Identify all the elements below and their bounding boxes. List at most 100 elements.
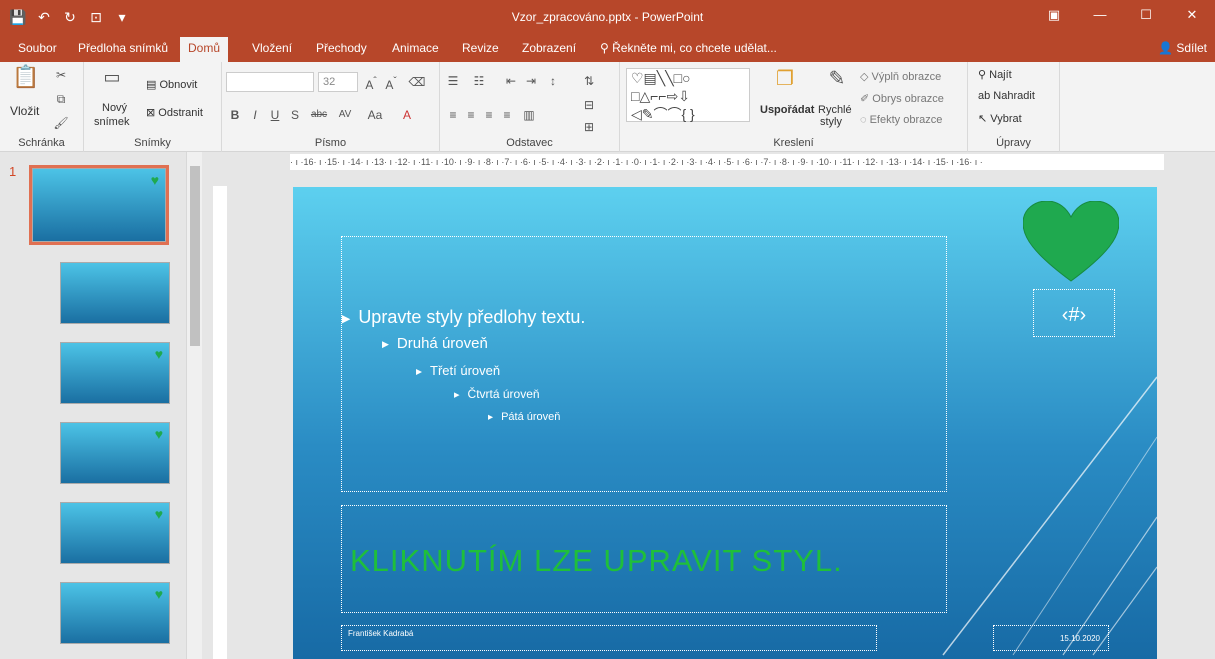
find-button[interactable]: ⚲ Najít xyxy=(978,68,1012,81)
tab-review[interactable]: Revize xyxy=(454,40,507,62)
minimize-button[interactable]: — xyxy=(1077,0,1123,30)
paste-icon[interactable]: 📋 xyxy=(12,66,40,96)
font-size-select[interactable]: 32 xyxy=(318,72,358,92)
strikethrough-button[interactable]: abc xyxy=(306,106,332,124)
tab-file[interactable]: Soubor xyxy=(10,40,65,62)
title-placeholder[interactable]: KLIKNUTÍM LZE UPRAVIT STYL. xyxy=(341,505,947,613)
cut-icon[interactable]: ✂ xyxy=(52,66,70,84)
reset-icon: ▤ xyxy=(146,79,160,91)
close-button[interactable]: ✕ xyxy=(1169,0,1215,30)
new-slide-icon[interactable]: ▭ xyxy=(98,68,126,96)
font-family-select[interactable] xyxy=(226,72,314,92)
align-right-icon[interactable]: ≡ xyxy=(480,106,498,124)
body-placeholder[interactable]: Upravte styly předlohy textu. Druhá úrov… xyxy=(341,236,947,492)
select-button[interactable]: ↖ Vybrat xyxy=(978,112,1022,125)
group-label-editing: Úpravy xyxy=(996,137,1031,149)
group-label-slides: Snímky xyxy=(134,137,171,149)
tab-view[interactable]: Zobrazení xyxy=(514,40,584,62)
arrange-button[interactable]: Uspořádat xyxy=(760,104,814,116)
align-center-icon[interactable]: ≡ xyxy=(462,106,480,124)
thumbnail-layout[interactable]: ♥ xyxy=(60,502,170,564)
tell-me-search[interactable]: ⚲ Řekněte mi, co chcete udělat... xyxy=(592,40,785,62)
maximize-button[interactable]: ☐ xyxy=(1123,0,1169,30)
effects-icon: ◌ xyxy=(860,114,870,126)
thumb-number-1: 1 xyxy=(9,164,17,179)
shapes-gallery[interactable]: ♡▤╲╲□○ □△⌐⌐⇨⇩ ◁✎⌒⌒{ } xyxy=(626,68,750,122)
text-level-3: Třetí úroveň xyxy=(416,363,500,378)
quick-styles-label-2[interactable]: styly xyxy=(820,116,842,128)
share-button[interactable]: 👤 Sdílet xyxy=(1158,41,1207,55)
heart-shape[interactable] xyxy=(1023,201,1119,285)
format-painter-icon[interactable]: 🖌 xyxy=(52,114,70,132)
char-spacing-icon[interactable]: AV xyxy=(336,106,354,124)
fill-label: Výplň obrazce xyxy=(871,71,942,83)
slide-canvas[interactable]: ‹#› Upravte styly předlohy textu. Druhá … xyxy=(293,187,1157,659)
copy-icon[interactable]: ⧉ xyxy=(52,90,70,108)
share-label: Sdílet xyxy=(1176,41,1207,55)
thumbnails-scrollbar[interactable] xyxy=(186,152,202,659)
bullets-icon[interactable]: ☰ xyxy=(444,72,462,90)
tab-home[interactable]: Domů xyxy=(180,37,229,62)
tab-insert[interactable]: Vložení xyxy=(244,40,300,62)
thumbnail-layout[interactable] xyxy=(60,262,170,324)
justify-icon[interactable]: ≡ xyxy=(498,106,516,124)
heart-icon: ♥ xyxy=(154,346,163,362)
shape-fill-button[interactable]: ◇ Výplň obrazce xyxy=(860,70,941,83)
align-left-icon[interactable]: ≡ xyxy=(444,106,462,124)
replace-button[interactable]: ab Nahradit xyxy=(978,90,1035,102)
decrease-font-icon[interactable]: Aˇ xyxy=(382,73,400,92)
group-label-drawing: Kreslení xyxy=(773,137,814,149)
shape-effects-button[interactable]: ◌ Efekty obrazce xyxy=(860,114,942,126)
underline-button[interactable]: U xyxy=(266,106,284,124)
thumbnail-layout[interactable]: ♥ xyxy=(60,582,170,644)
thumbnail-layout[interactable]: ♥ xyxy=(60,422,170,484)
decrease-indent-icon[interactable]: ⇤ xyxy=(502,72,520,90)
quick-styles-icon[interactable]: ✎ xyxy=(824,69,850,96)
change-case-button[interactable]: Aa xyxy=(362,106,388,124)
fill-icon: ◇ xyxy=(860,71,872,83)
line-spacing-icon[interactable]: ↕ xyxy=(544,72,562,90)
italic-button[interactable]: I xyxy=(246,106,264,124)
heart-icon: ♥ xyxy=(154,426,163,442)
delete-slide-button[interactable]: ⊠ Odstranit xyxy=(146,106,203,119)
bold-button[interactable]: B xyxy=(226,106,244,124)
increase-font-icon[interactable]: Aˆ xyxy=(362,73,380,92)
reset-slide-button[interactable]: ▤ Obnovit xyxy=(146,78,197,91)
shadow-button[interactable]: S xyxy=(286,106,304,124)
quick-styles-label-1[interactable]: Rychlé xyxy=(818,104,852,116)
tab-animations[interactable]: Animace xyxy=(384,40,447,62)
ribbon-display-options-icon[interactable]: ▣ xyxy=(1031,0,1077,30)
group-label-font: Písmo xyxy=(314,137,347,149)
thumbnail-layout[interactable]: ♥ xyxy=(60,342,170,404)
group-paragraph: ☰ ☷ ⇤ ⇥ ↕ ⇅ ≡ ≡ ≡ ≡ ▥ ⊟ ⊞ Odstavec xyxy=(440,62,620,152)
paste-button[interactable]: Vložit xyxy=(10,104,39,118)
date-placeholder[interactable]: 15.10.2020 xyxy=(993,625,1109,651)
slide-number-placeholder[interactable]: ‹#› xyxy=(1033,289,1115,337)
scrollbar-thumb[interactable] xyxy=(190,166,200,346)
select-label: Vybrat xyxy=(990,113,1022,125)
window-controls: ▣ — ☐ ✕ xyxy=(1031,0,1215,30)
smartart-icon[interactable]: ⊞ xyxy=(580,118,598,136)
numbering-icon[interactable]: ☷ xyxy=(470,72,488,90)
tab-slide-master[interactable]: Předloha snímků xyxy=(70,40,176,62)
footer-placeholder[interactable]: František Kadrabá xyxy=(341,625,877,651)
columns-icon[interactable]: ▥ xyxy=(520,106,538,124)
group-label-paragraph: Odstavec xyxy=(506,137,553,149)
shape-outline-button[interactable]: ✐ Obrys obrazce xyxy=(860,92,944,105)
ribbon-tabs: Soubor Předloha snímků Domů Vložení Přec… xyxy=(0,34,1215,62)
increase-indent-icon[interactable]: ⇥ xyxy=(522,72,540,90)
group-label-clipboard: Schránka xyxy=(18,137,65,149)
new-slide-label-2[interactable]: snímek xyxy=(94,116,129,128)
group-slides: ▭ Nový snímek ▤ Obnovit ⊠ Odstranit Sním… xyxy=(84,62,222,152)
reset-label: Obnovit xyxy=(159,79,198,91)
tab-transitions[interactable]: Přechody xyxy=(308,40,375,62)
date-text: 15.10.2020 xyxy=(1059,634,1100,643)
text-direction-icon[interactable]: ⇅ xyxy=(580,72,598,90)
align-text-icon[interactable]: ⊟ xyxy=(580,96,598,114)
clear-formatting-icon[interactable]: ⌫ xyxy=(408,73,426,91)
new-slide-label-1[interactable]: Nový xyxy=(102,102,127,114)
font-color-icon[interactable]: A xyxy=(398,106,416,124)
arrange-icon[interactable]: ❐ xyxy=(772,69,798,96)
thumbnail-master[interactable]: ♥ xyxy=(29,165,169,245)
text-level-1: Upravte styly předlohy textu. xyxy=(342,307,585,328)
